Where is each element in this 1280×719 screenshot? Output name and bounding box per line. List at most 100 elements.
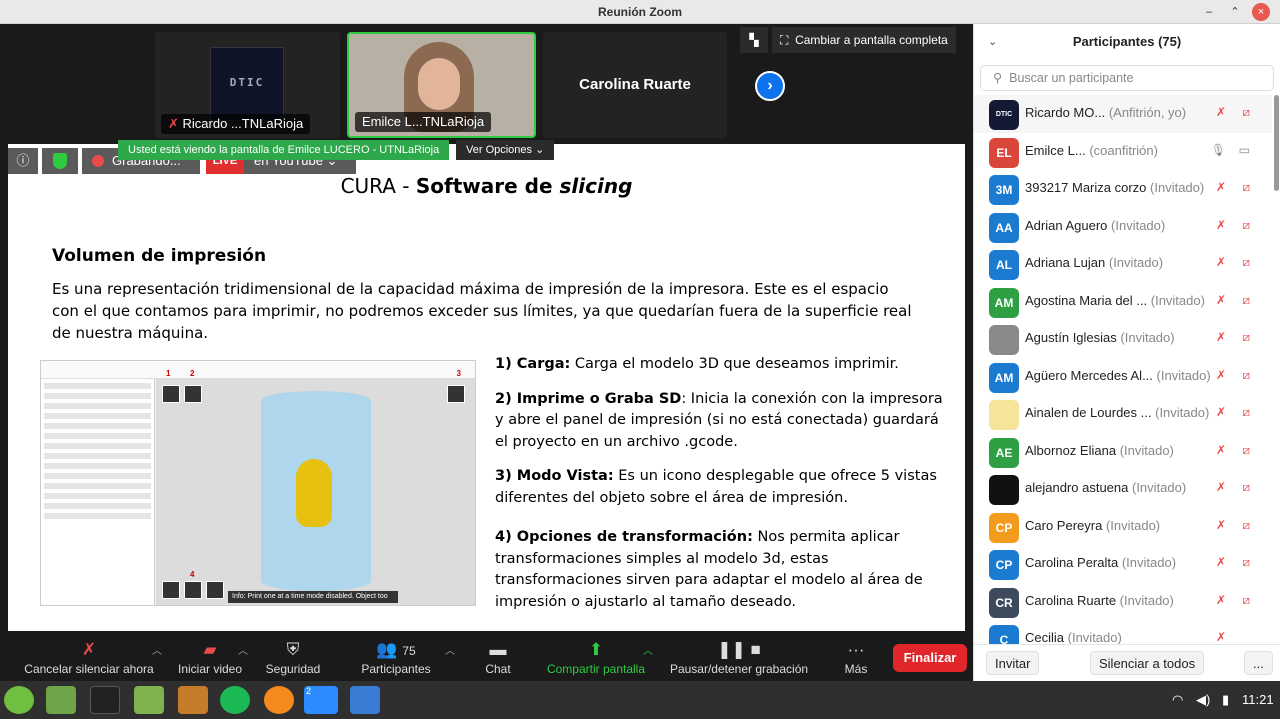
participant-row[interactable]: CP Carolina Peralta (Invitado) ✗ ⧄ <box>974 545 1272 583</box>
mic-muted-icon: ✗ <box>1215 517 1226 532</box>
spotify-icon[interactable] <box>220 686 250 714</box>
encryption-shield-icon[interactable] <box>42 148 78 174</box>
video-button[interactable]: ▰ Iniciar video <box>172 638 248 676</box>
avatar: AL <box>989 250 1019 280</box>
share-screen-button[interactable]: ⬆ Compartir pantalla <box>540 638 652 676</box>
scrollbar[interactable] <box>1274 95 1279 191</box>
mute-all-button[interactable]: Silenciar a todos <box>1090 651 1205 675</box>
meeting-area: DTIC ✗ Ricardo ...TNLaRioja Emilce L...T… <box>0 24 973 681</box>
tile-name: ✗ Ricardo ...TNLaRioja <box>161 114 311 134</box>
participants-panel: ⌄ Participantes (75) ⚲ Buscar un particip… <box>973 24 1280 681</box>
participant-row[interactable]: AL Adriana Lujan (Invitado) ✗ ⧄ <box>974 245 1272 283</box>
avatar <box>989 325 1019 355</box>
screenshot-icon[interactable] <box>350 686 380 714</box>
viewing-banner: Usted está viendo la pantalla de Emilce … <box>118 140 450 160</box>
video-tile-carolina[interactable]: Carolina Ruarte <box>543 32 727 138</box>
close-icon[interactable]: × <box>1252 3 1270 21</box>
view-options-button[interactable]: Ver Opciones ⌄ <box>456 140 555 160</box>
chevron-up-icon[interactable]: ︿ <box>238 642 248 657</box>
participants-footer: Invitar Silenciar a todos ... <box>974 644 1280 681</box>
sublime-icon[interactable] <box>178 686 208 714</box>
chevron-up-icon[interactable]: ︿ <box>643 642 653 657</box>
participant-name: alejandro astuena (Invitado) <box>1025 480 1187 495</box>
mic-muted-icon: ✗ <box>1215 180 1226 194</box>
chat-icon: ▬ <box>489 640 507 659</box>
mic-muted-icon: ✗ <box>1215 405 1226 419</box>
mic-muted-icon: ✗ <box>1215 105 1226 119</box>
os-taskbar: 2 ◠ ◀) ▮ 11:21 <box>0 681 1280 719</box>
fullscreen-button[interactable]: ⛶ Cambiar a pantalla completa <box>772 27 956 53</box>
wifi-icon[interactable]: ◠ <box>1172 692 1183 708</box>
avatar: DTIC <box>989 100 1019 130</box>
video-tile-ricardo[interactable]: DTIC ✗ Ricardo ...TNLaRioja <box>155 32 340 138</box>
more-options-button[interactable]: ... <box>1244 651 1273 675</box>
clock[interactable]: 11:21 <box>1242 692 1274 707</box>
video-off-icon: ⧄ <box>1242 180 1250 194</box>
participants-header: ⌄ Participantes (75) <box>974 24 1280 60</box>
participant-row[interactable]: Ainalen de Lourdes ... (Invitado) ✗ ⧄ <box>974 395 1272 433</box>
item-4: 4) Opciones de transformación: Nos permi… <box>495 529 923 610</box>
next-page-button[interactable]: › <box>755 71 785 101</box>
participant-row[interactable]: DTIC Ricardo MO... (Anfitrión, yo) ✗ ⧄ <box>974 95 1272 133</box>
mint-menu-icon[interactable] <box>4 686 34 714</box>
video-tile-emilce[interactable]: Emilce L...TNLaRioja <box>347 32 536 138</box>
mic-icon: 🎙 <box>1210 142 1226 157</box>
terminal-icon[interactable] <box>90 686 120 714</box>
maximize-icon[interactable]: ⌃ <box>1226 3 1244 21</box>
shield-icon: ⛨ <box>286 640 300 659</box>
participant-row[interactable]: alejandro astuena (Invitado) ✗ ⧄ <box>974 470 1272 508</box>
firefox-icon[interactable] <box>264 686 294 714</box>
invite-button[interactable]: Invitar <box>986 651 1040 675</box>
video-off-icon: ⧄ <box>1242 442 1250 457</box>
avatar <box>989 400 1019 430</box>
minimize-icon[interactable]: – <box>1200 3 1218 21</box>
transform-icon <box>206 581 224 599</box>
avatar: EL <box>989 137 1019 168</box>
chevron-down-icon[interactable]: ⌄ <box>988 24 997 60</box>
participant-name: Albornoz Eliana (Invitado) <box>1025 442 1174 458</box>
mute-button[interactable]: ✗ Cancelar silenciar ahora <box>20 638 158 676</box>
participant-name: Carolina Ruarte (Invitado) <box>1025 592 1174 608</box>
participant-row[interactable]: AM Agüero Mercedes Al... (Invitado) ✗ ⧄ <box>974 358 1272 396</box>
tile-name: Emilce L...TNLaRioja <box>355 112 492 132</box>
avatar: AE <box>989 437 1019 468</box>
files-icon[interactable] <box>134 686 164 714</box>
participant-row[interactable]: C Cecilia (Invitado) ✗ <box>974 620 1272 644</box>
participant-search-input[interactable]: ⚲ Buscar un participante <box>980 65 1274 91</box>
participant-row[interactable]: AM Agostina Maria del ... (Invitado) ✗ ⧄ <box>974 283 1272 321</box>
show-desktop-icon[interactable] <box>46 686 76 714</box>
volume-icon[interactable]: ◀) <box>1196 692 1210 708</box>
pause-stop-recording-button[interactable]: ❚❚ ■ Pausar/detener grabación <box>664 638 814 676</box>
mic-muted-icon: ✗ <box>1215 480 1226 494</box>
participant-row[interactable]: AE Albornoz Eliana (Invitado) ✗ ⧄ <box>974 433 1272 471</box>
chevron-up-icon[interactable]: ︿ <box>152 642 162 657</box>
chat-button[interactable]: ▬ Chat <box>480 638 516 676</box>
participant-row[interactable]: Agustín Iglesias (Invitado) ✗ ⧄ <box>974 320 1272 358</box>
shared-screen: ⓘ Grabando... LIVE en YouTube ⌄ CURA - S… <box>8 144 965 631</box>
participant-row[interactable]: CR Carolina Ruarte (Invitado) ✗ ⧄ <box>974 583 1272 621</box>
info-icon[interactable]: ⓘ <box>8 148 38 174</box>
view-layout-icon[interactable]: ▚ <box>740 27 768 53</box>
participant-list: DTIC Ricardo MO... (Anfitrión, yo) ✗ ⧄ EL Emi… <box>974 95 1272 644</box>
video-off-icon: ⧄ <box>1242 292 1250 307</box>
battery-icon[interactable]: ▮ <box>1222 692 1229 708</box>
mic-muted-icon: ✗ <box>1215 630 1226 644</box>
participants-button[interactable]: 👥 75 Participantes <box>356 638 436 676</box>
video-off-icon: ⧄ <box>1242 367 1250 382</box>
more-button[interactable]: ··· Más <box>838 638 874 676</box>
avatar: CP <box>989 512 1019 543</box>
item-3: 3) Modo Vista: Es un icono desplegable q… <box>495 468 937 506</box>
slide-title: CURA - Software de slicing <box>340 174 633 198</box>
participant-row[interactable]: EL Emilce L... (coanfitrión) 🎙 ▭ <box>974 133 1272 171</box>
security-button[interactable]: ⛨ Seguridad <box>260 638 326 676</box>
avatar: AM <box>989 362 1019 393</box>
participant-row[interactable]: 3M 393217 Mariza corzo (Invitado) ✗ ⧄ <box>974 170 1272 208</box>
search-icon: ⚲ <box>993 71 1003 85</box>
chevron-up-icon[interactable]: ︿ <box>445 642 455 657</box>
window-title: Reunión Zoom <box>598 5 682 19</box>
participant-row[interactable]: CP Caro Pereyra (Invitado) ✗ ⧄ <box>974 508 1272 546</box>
end-meeting-button[interactable]: Finalizar <box>893 644 967 672</box>
muted-mic-icon: ✗ <box>168 116 179 131</box>
participant-row[interactable]: AA Adrian Aguero (Invitado) ✗ ⧄ <box>974 208 1272 246</box>
zoom-app-icon[interactable]: 2 <box>304 686 338 714</box>
